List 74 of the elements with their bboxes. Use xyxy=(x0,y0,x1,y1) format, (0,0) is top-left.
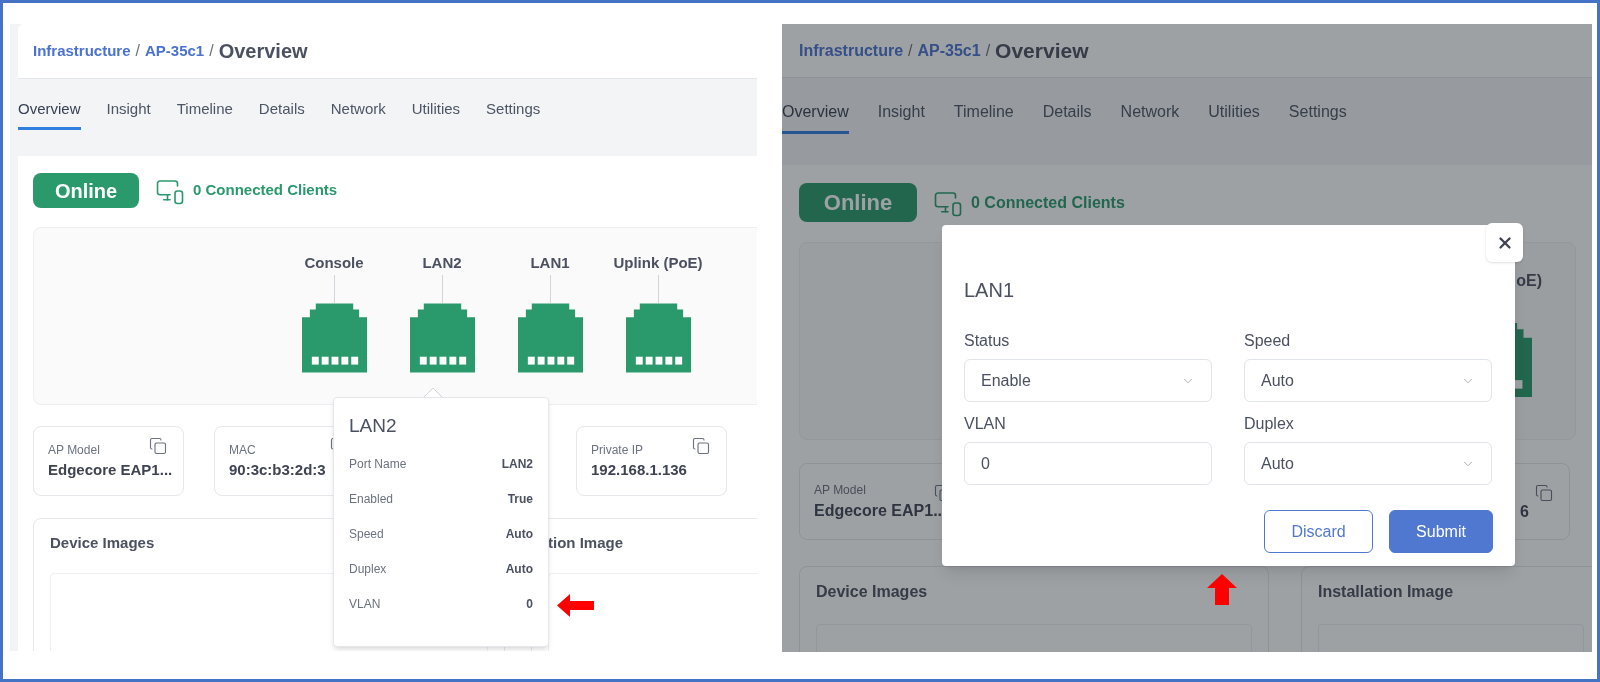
field-label: Duplex xyxy=(1244,414,1295,434)
select-field[interactable]: Auto xyxy=(1244,442,1492,485)
field-label: Status xyxy=(964,331,1011,351)
breadcrumb-separator: / xyxy=(209,41,214,61)
status-badge: Online xyxy=(799,183,917,222)
breadcrumb-separator: / xyxy=(985,40,991,61)
select-field[interactable]: Auto xyxy=(1244,359,1492,402)
tooltip-title: LAN2 xyxy=(349,414,398,438)
port-label: Uplink (PoE) xyxy=(613,253,703,273)
info-label: AP Model xyxy=(48,441,100,459)
port-label: LAN2 xyxy=(422,253,462,273)
breadcrumb-separator: / xyxy=(135,41,140,61)
status-badge: Online xyxy=(33,173,139,208)
info-value: Edgecore EAP1... xyxy=(48,459,173,480)
tab[interactable]: Utilities xyxy=(1208,100,1260,134)
breadcrumb-link[interactable]: Infrastructure xyxy=(33,39,131,63)
section-title: Device Images xyxy=(50,533,155,553)
breadcrumb-separator: / xyxy=(908,40,913,61)
section-title: Device Images xyxy=(816,582,928,602)
tab[interactable]: Network xyxy=(330,98,386,130)
info-value: 90:3c:b3:2d:3 xyxy=(229,459,326,480)
discard-button[interactable]: Discard xyxy=(1264,510,1373,553)
tab[interactable]: Details xyxy=(1042,100,1092,134)
arrow-up-icon xyxy=(1207,574,1237,605)
tooltip-value: True xyxy=(507,490,533,508)
tooltip-value: Auto xyxy=(505,525,533,543)
connected-clients: 0 Connected Clients xyxy=(193,180,338,201)
port-label: oE) xyxy=(1516,271,1542,291)
connected-clients: 0 Connected Clients xyxy=(971,192,1125,213)
tooltip-value: LAN2 xyxy=(501,455,533,473)
tooltip-value: 0 xyxy=(526,595,533,613)
info-value: Edgecore EAP1.. xyxy=(814,500,943,521)
dialog-title: LAN1 xyxy=(964,278,1016,303)
tooltip-value: Auto xyxy=(505,560,533,578)
tab[interactable]: Network xyxy=(1120,100,1180,134)
submit-button[interactable]: Submit xyxy=(1389,510,1493,553)
port-label: LAN1 xyxy=(530,253,570,273)
port-label: Console xyxy=(304,253,364,273)
tab[interactable]: Utilities xyxy=(411,98,461,130)
field-label: Speed xyxy=(1244,331,1292,351)
tooltip-label: Speed xyxy=(349,525,384,543)
page-title: Overview xyxy=(995,37,1089,64)
info-value: 6 xyxy=(1520,501,1529,522)
tab[interactable]: Timeline xyxy=(176,98,233,130)
breadcrumb-link[interactable]: AP-35c1 xyxy=(917,38,981,63)
copy-icon[interactable] xyxy=(1535,484,1553,502)
breadcrumb-link[interactable]: Infrastructure xyxy=(799,38,904,63)
tab[interactable]: Insight xyxy=(877,100,925,134)
tooltip-label: VLAN xyxy=(349,595,381,613)
breadcrumb-link[interactable]: AP-35c1 xyxy=(145,39,205,63)
section-title: Installation Image xyxy=(1318,582,1454,602)
copy-icon[interactable] xyxy=(149,437,167,455)
close-button[interactable] xyxy=(1486,223,1523,262)
arrow-left-icon xyxy=(557,594,594,617)
copy-icon[interactable] xyxy=(692,437,710,455)
tab[interactable]: Details xyxy=(258,98,305,130)
tab[interactable]: Overview xyxy=(782,100,849,134)
info-label: MAC xyxy=(229,441,256,459)
tab[interactable]: Settings xyxy=(1288,100,1347,134)
info-label: Private IP xyxy=(591,441,644,459)
section-title: tion Image xyxy=(548,533,623,553)
page-title: Overview xyxy=(218,39,308,64)
tooltip-label: Duplex xyxy=(349,560,387,578)
tab[interactable]: Insight xyxy=(106,98,151,130)
tab[interactable]: Settings xyxy=(486,98,541,130)
tooltip-label: Enabled xyxy=(349,490,394,508)
tooltip-label: Port Name xyxy=(349,455,407,473)
info-label: AP Model xyxy=(814,481,866,499)
input-field[interactable]: 0 xyxy=(964,442,1212,485)
info-value: 192.168.1.136 xyxy=(591,459,687,480)
select-field[interactable]: Enable xyxy=(964,359,1212,402)
tab[interactable]: Timeline xyxy=(953,100,1014,134)
field-label: VLAN xyxy=(964,414,1007,434)
tab[interactable]: Overview xyxy=(18,98,81,130)
